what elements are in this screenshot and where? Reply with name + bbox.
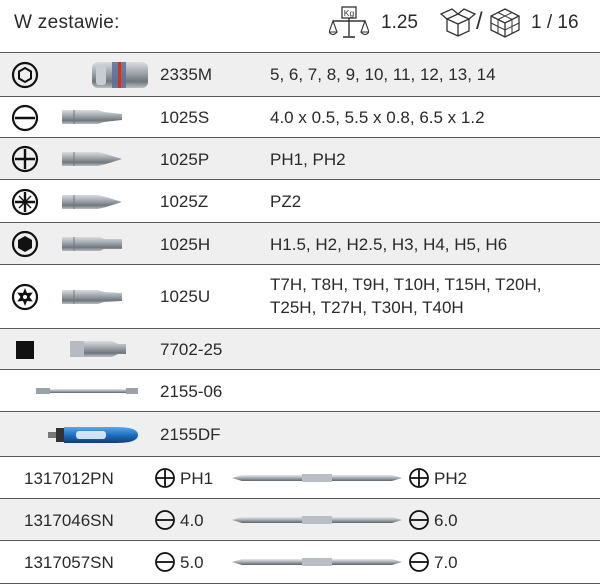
item-code: 1025H: [160, 235, 211, 254]
screwdriver-handle-icon: [48, 427, 138, 443]
bit-icon: [62, 152, 122, 166]
adapter-icon: [70, 341, 126, 357]
item-sizes: 5, 6, 7, 8, 9, 10, 11, 12, 13, 14: [270, 65, 496, 84]
pack-quantity: 1 / 16: [531, 12, 579, 33]
item-sizes-line1: T7H, T8H, T9H, T10H, T15H, T20H,: [270, 275, 542, 294]
table-row: 1317012PN PH1 PH2: [0, 456, 600, 499]
item-code: 2155DF: [160, 425, 221, 444]
item-sizes-line2: T25H, T27H, T30H, T40H: [270, 298, 464, 317]
item-code: 1025P: [160, 150, 210, 169]
slotted-icon: [409, 510, 429, 530]
pozidriv-icon: [11, 188, 39, 216]
square-drive-icon: [16, 341, 34, 359]
table-row: 1317057SN 5.0 7.0: [0, 540, 600, 584]
phillips-icon: [155, 468, 175, 488]
double-ended-blade-icon: [232, 516, 402, 524]
right-tip-size: PH2: [434, 469, 468, 488]
item-code: 2335M: [160, 65, 212, 84]
slotted-icon: [409, 552, 429, 572]
slotted-icon: [11, 104, 39, 132]
hex-key-icon: [11, 230, 39, 258]
right-tip-size: 6.0: [434, 511, 458, 530]
item-sizes: PZ2: [270, 192, 302, 211]
phillips-icon: [11, 145, 39, 173]
left-tip-size: 5.0: [180, 553, 204, 572]
left-tip-size: 4.0: [180, 511, 204, 530]
table-row: 1317046SN 4.0 6.0: [0, 498, 600, 541]
list-item: 2155-06: [0, 369, 600, 412]
torx-icon: [11, 283, 39, 311]
item-sizes: PH1, PH2: [270, 150, 346, 169]
socket-icon: [92, 62, 148, 88]
screwdriver-code: 1317057SN: [24, 553, 114, 572]
item-code: 2155-06: [160, 382, 223, 401]
open-box-icon: [440, 8, 476, 37]
hex-socket-icon: [11, 61, 39, 89]
item-sizes: H1.5, H2, H2.5, H3, H4, H5, H6: [270, 235, 508, 254]
item-code: 1025U: [160, 287, 211, 306]
double-ended-blade-icon: [232, 558, 402, 566]
svg-text:Kg: Kg: [344, 8, 355, 18]
separator-slash: /: [476, 8, 483, 35]
item-code: 7702-25: [160, 340, 223, 359]
package-cube-icon: [490, 8, 520, 38]
bit-icon: [62, 290, 122, 304]
double-ended-blade-icon: [232, 474, 402, 482]
bit-icon: [62, 237, 122, 251]
item-code: 1025Z: [160, 192, 209, 211]
set-title: W zestawie:: [14, 12, 120, 33]
bit-icon: [62, 110, 122, 124]
list-item: 1025S 4.0 x 0.5, 5.5 x 0.8, 6.5 x 1.2: [0, 96, 600, 138]
item-sizes: 4.0 x 0.5, 5.5 x 0.8, 6.5 x 1.2: [270, 108, 485, 127]
item-code: 1025S: [160, 108, 210, 127]
list-item: 1025U T7H, T8H, T9H, T10H, T15H, T20H, T…: [0, 264, 600, 329]
right-tip-size: 7.0: [434, 553, 458, 572]
screwdriver-code: 1317046SN: [24, 511, 114, 530]
extension-bar-icon: [36, 388, 138, 394]
screwdriver-code: 1317012PN: [24, 469, 114, 488]
list-item: 1025Z PZ2: [0, 179, 600, 223]
left-tip-size: PH1: [180, 469, 214, 488]
list-item: 1025H H1.5, H2, H2.5, H3, H4, H5, H6: [0, 222, 600, 265]
list-item: 1025P PH1, PH2: [0, 137, 600, 180]
weight-scale-icon: Kg: [329, 6, 369, 38]
list-item: 2335M 5, 6, 7, 8, 9, 10, 11, 12, 13, 14: [0, 52, 600, 97]
bit-icon: [62, 195, 122, 209]
set-header: W zestawie: Kg 1.25 / 1 / 16: [0, 0, 600, 44]
phillips-icon: [409, 468, 429, 488]
list-item: 7702-25: [0, 328, 600, 370]
list-item: 2155DF: [0, 411, 600, 457]
slotted-icon: [155, 510, 175, 530]
slotted-icon: [155, 552, 175, 572]
weight-value: 1.25: [381, 12, 418, 33]
